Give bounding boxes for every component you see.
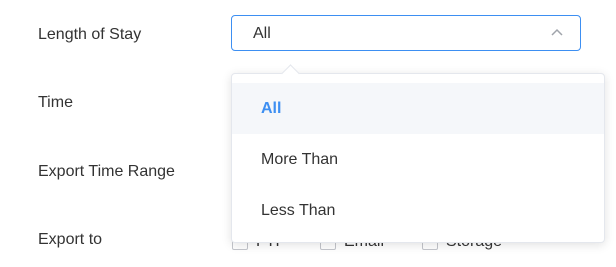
length-of-stay-select[interactable]: All (231, 15, 581, 51)
option-less-than[interactable]: Less Than (232, 185, 604, 236)
length-of-stay-dropdown: All More Than Less Than (231, 64, 605, 243)
option-more-than[interactable]: More Than (232, 134, 604, 185)
export-time-range-label: Export Time Range (38, 163, 175, 180)
export-settings-form: Length of Stay Time Export Time Range Ex… (0, 0, 616, 267)
option-all[interactable]: All (232, 83, 604, 134)
chevron-up-icon (551, 28, 563, 36)
export-to-label: Export to (38, 231, 103, 248)
dropdown-pointer (281, 64, 300, 83)
length-of-stay-label: Length of Stay (38, 26, 142, 43)
length-of-stay-select-value: All (253, 25, 271, 42)
time-label: Time (38, 94, 73, 111)
